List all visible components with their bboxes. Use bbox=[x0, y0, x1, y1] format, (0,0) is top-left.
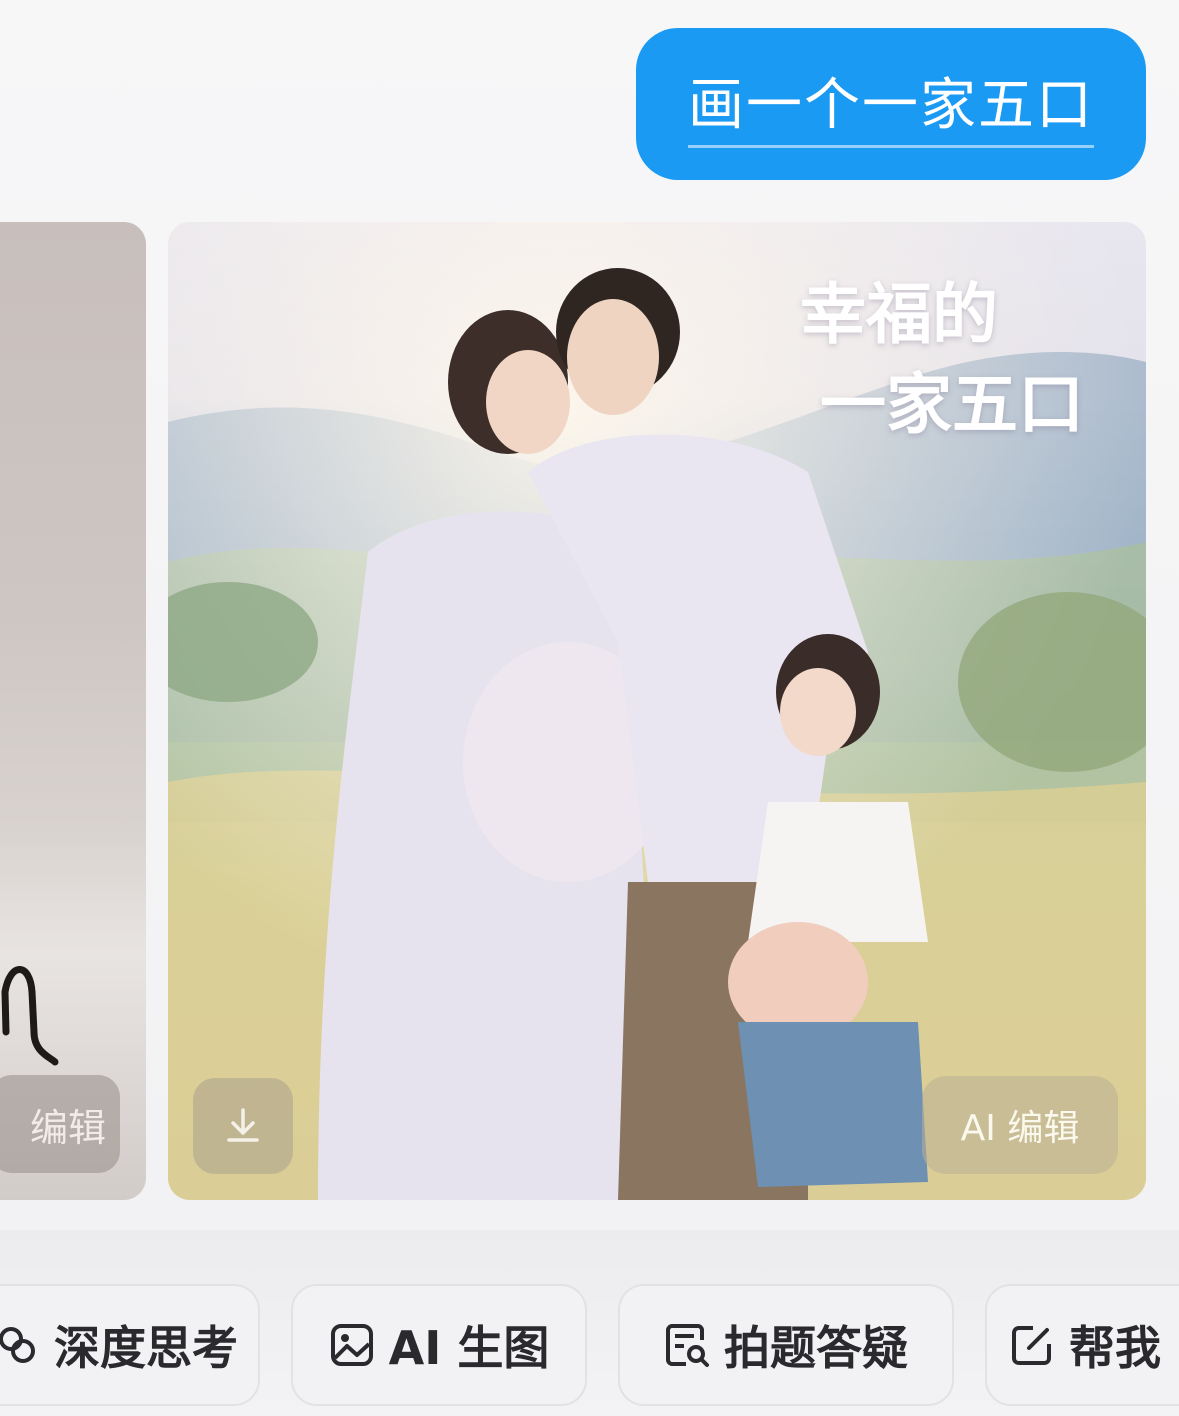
quick-action-label: 帮我 bbox=[1069, 1321, 1161, 1375]
generated-image-card[interactable]: 幸福的 一家五口 bbox=[168, 222, 1146, 1200]
ai-edit-button-label: AI 编辑 bbox=[960, 1108, 1080, 1149]
image-fragment bbox=[1, 966, 59, 1066]
deep-think-icon bbox=[0, 1327, 35, 1363]
edit-button-label: 编辑 bbox=[29, 1105, 106, 1150]
image-overlay-title-line2: 一家五口 bbox=[820, 366, 1084, 443]
search-doc-icon bbox=[666, 1324, 709, 1367]
download-button[interactable] bbox=[193, 1078, 293, 1174]
quick-action-help-me[interactable]: 帮我 bbox=[985, 1284, 1179, 1406]
quick-action-ai-image[interactable]: AI 生图 bbox=[291, 1284, 587, 1406]
image-overlay-title-line1: 幸福的 bbox=[800, 276, 998, 353]
edit-button-left-card[interactable]: 编辑 bbox=[0, 1075, 120, 1173]
quick-action-deep-think[interactable]: 深度思考 bbox=[0, 1284, 260, 1406]
image-overlay-title: 幸福的 一家五口 bbox=[800, 270, 1130, 450]
quick-action-label: 拍题答疑 bbox=[724, 1321, 908, 1375]
quick-action-label: 深度思考 bbox=[54, 1321, 238, 1375]
edit-icon bbox=[1012, 1326, 1051, 1365]
previous-image-card[interactable] bbox=[0, 222, 146, 1200]
image-icon bbox=[330, 1324, 373, 1366]
user-message-bubble[interactable]: 画一个一家五口 bbox=[636, 28, 1146, 180]
quick-action-photo-question[interactable]: 拍题答疑 bbox=[618, 1284, 954, 1406]
quick-action-label: AI 生图 bbox=[388, 1321, 550, 1375]
user-message-text: 画一个一家五口 bbox=[688, 60, 1094, 148]
download-icon bbox=[227, 1108, 259, 1142]
ai-edit-button[interactable]: AI 编辑 bbox=[922, 1076, 1118, 1174]
